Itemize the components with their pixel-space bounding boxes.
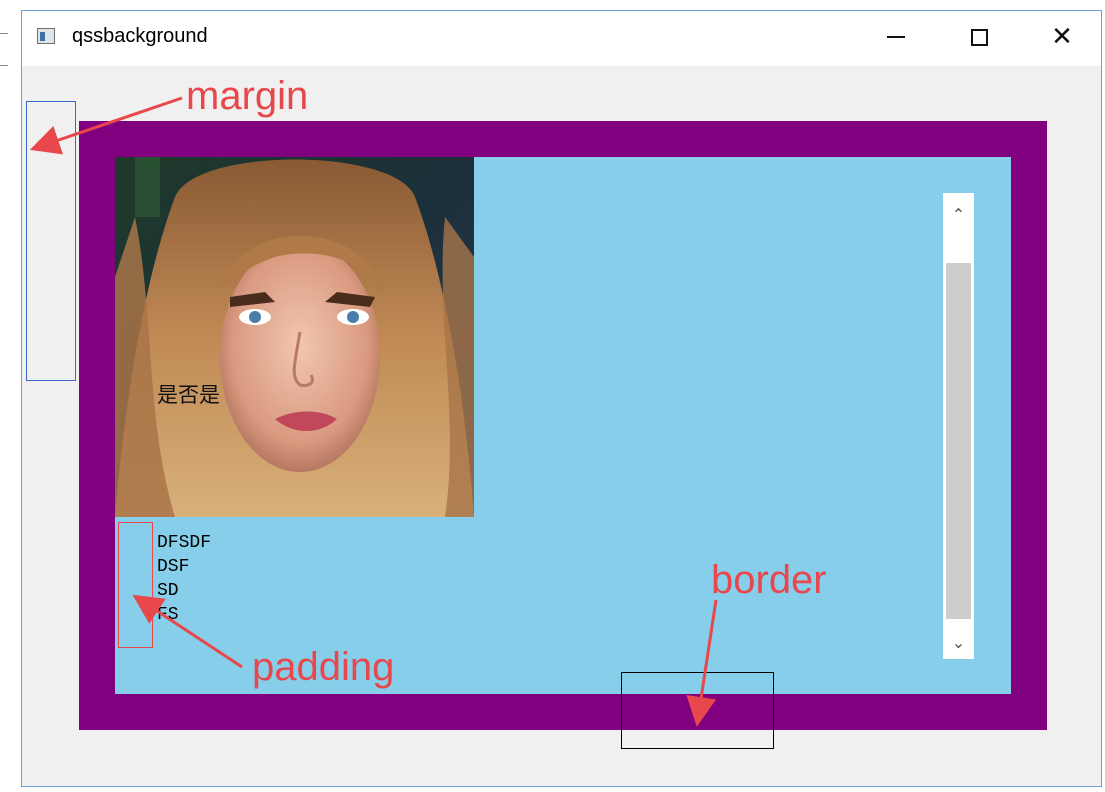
padding-outline xyxy=(118,522,153,648)
text-line: DFSDF xyxy=(157,533,212,553)
chevron-up-icon: ⌃ xyxy=(951,204,966,224)
scroll-up-button[interactable]: ⌃ xyxy=(943,199,974,229)
minimize-icon xyxy=(887,36,905,38)
close-icon: ✕ xyxy=(1051,22,1073,52)
margin-label: margin xyxy=(186,74,309,118)
title-bar[interactable]: qssbackground ✕ xyxy=(22,11,1101,66)
text-line: SD xyxy=(157,581,179,601)
scroll-thumb[interactable] xyxy=(946,263,971,619)
edge-mark xyxy=(0,65,8,66)
chevron-down-icon: ⌄ xyxy=(951,632,966,652)
minimize-button[interactable] xyxy=(856,11,936,63)
window-title: qssbackground xyxy=(72,25,208,47)
app-window-icon xyxy=(37,28,55,44)
portrait-image: 是否是 xyxy=(115,157,474,517)
widget-border: 是否是 DFSDF DSF SD FS ⌃ ⌄ xyxy=(79,121,1047,730)
scroll-down-button[interactable]: ⌄ xyxy=(943,627,974,657)
portrait-graphic xyxy=(115,157,474,517)
border-label: border xyxy=(711,558,827,602)
text-list: DFSDF DSF SD FS xyxy=(157,531,211,627)
edge-mark xyxy=(0,33,8,34)
close-button[interactable]: ✕ xyxy=(1022,11,1102,63)
maximize-icon xyxy=(970,28,988,46)
maximize-button[interactable] xyxy=(939,11,1019,63)
text-line: FS xyxy=(157,605,179,625)
widget-content: 是否是 DFSDF DSF SD FS ⌃ ⌄ xyxy=(115,157,1011,694)
text-line: DSF xyxy=(157,557,190,577)
margin-outline xyxy=(26,101,76,381)
border-outline xyxy=(621,672,774,749)
app-window: qssbackground ✕ 是否是 DFSDF DSF SD FS ⌃ ⌄ xyxy=(21,10,1102,787)
vertical-scrollbar[interactable]: ⌃ ⌄ xyxy=(943,193,974,659)
padding-label: padding xyxy=(252,645,395,689)
photo-caption: 是否是 xyxy=(157,383,220,407)
